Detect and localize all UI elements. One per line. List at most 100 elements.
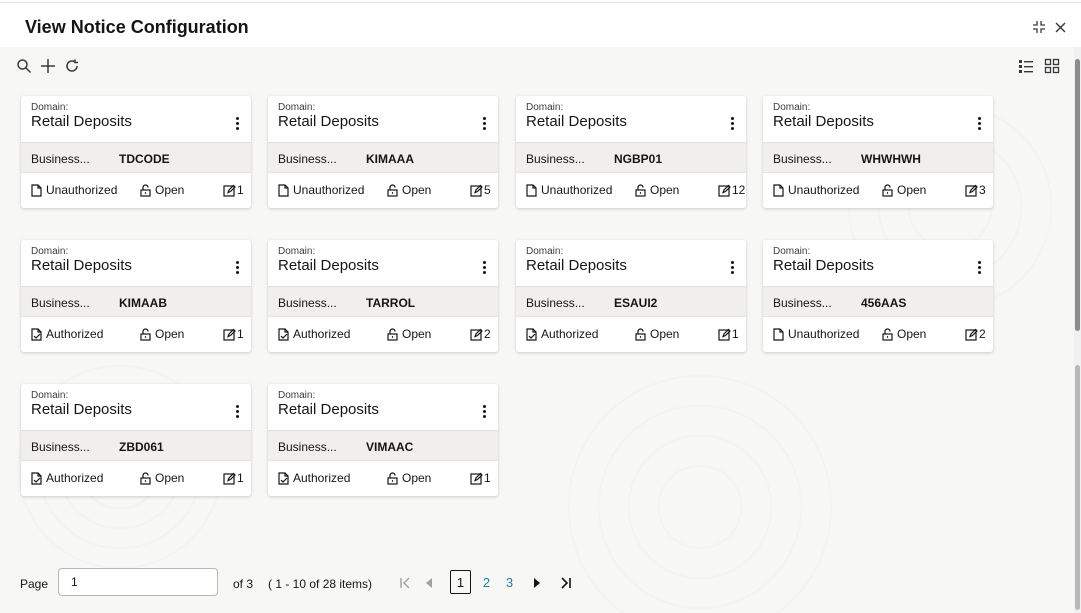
notice-card[interactable]: Domain: Retail Deposits Business... WHWHWH U… — [763, 96, 993, 208]
document-check-icon — [278, 471, 289, 485]
business-label: Business... — [31, 440, 90, 454]
domain-label: Domain: — [31, 390, 69, 401]
business-code: NGBP01 — [614, 152, 663, 166]
auth-status-text: Unauthorized — [788, 183, 860, 197]
business-code: ZBD061 — [119, 440, 164, 454]
edit-icon — [718, 328, 731, 341]
notice-card[interactable]: Domain: Retail Deposits Business... NGBP01 U… — [516, 96, 746, 208]
edit-icon — [223, 184, 236, 197]
page-number-3[interactable]: 3 — [499, 570, 520, 594]
first-page-icon[interactable] — [399, 575, 411, 591]
business-code: WHWHWH — [861, 152, 921, 166]
unlock-icon — [882, 327, 893, 341]
auth-status-text: Unauthorized — [293, 183, 365, 197]
business-row: Business... WHWHWH — [763, 142, 993, 173]
notice-card[interactable]: Domain: Retail Deposits Business... 456AAS U… — [763, 240, 993, 352]
record-status: Open — [882, 327, 926, 341]
auth-status-text: Authorized — [293, 327, 351, 341]
modification-count: 1 — [470, 471, 491, 485]
domain-label: Domain: — [278, 246, 316, 257]
business-code: VIMAAC — [366, 440, 414, 454]
scrollbar-thumb[interactable] — [1075, 59, 1080, 331]
close-icon[interactable] — [1051, 18, 1069, 36]
card-footer: Authorized Open 1 — [21, 317, 251, 352]
notice-card[interactable]: Domain: Retail Deposits Business... ZBD061 A… — [21, 384, 251, 496]
domain-value: Retail Deposits — [773, 257, 874, 274]
business-label: Business... — [526, 296, 585, 310]
business-label: Business... — [31, 152, 90, 166]
modification-count: 2 — [965, 327, 986, 341]
grid-view-icon[interactable] — [1043, 57, 1061, 75]
notice-card[interactable]: Domain: Retail Deposits Business... KIMAAB A… — [21, 240, 251, 352]
more-actions-icon[interactable] — [969, 256, 989, 278]
search-icon[interactable] — [15, 57, 33, 75]
page-number-1[interactable]: 1 — [450, 570, 471, 594]
record-status-text: Open — [897, 327, 927, 341]
document-check-icon — [278, 327, 289, 341]
auth-status-text: Unauthorized — [46, 183, 118, 197]
modification-count: 12 — [718, 183, 745, 197]
auth-status: Unauthorized — [773, 327, 859, 341]
modification-number: 2 — [484, 327, 491, 341]
record-status-text: Open — [402, 183, 432, 197]
card-view-area: Domain: Retail Deposits Business... TDCODE U… — [0, 47, 1074, 613]
more-actions-icon[interactable] — [969, 112, 989, 134]
document-icon — [31, 183, 42, 197]
plus-icon[interactable] — [39, 57, 57, 75]
last-page-icon[interactable] — [560, 575, 572, 591]
domain-value: Retail Deposits — [31, 113, 132, 130]
more-actions-icon[interactable] — [227, 400, 247, 422]
record-status: Open — [140, 183, 184, 197]
domain-value: Retail Deposits — [278, 257, 379, 274]
document-icon — [773, 327, 784, 341]
notice-card[interactable]: Domain: Retail Deposits Business... TDCODE U… — [21, 96, 251, 208]
vertical-scrollbar[interactable] — [1074, 47, 1081, 613]
record-status: Open — [387, 471, 431, 485]
notice-card[interactable]: Domain: Retail Deposits Business... TARROL A… — [268, 240, 498, 352]
unlock-icon — [882, 183, 893, 197]
more-actions-icon[interactable] — [722, 112, 742, 134]
notice-card[interactable]: Domain: Retail Deposits Business... KIMAAA U… — [268, 96, 498, 208]
record-status: Open — [387, 183, 431, 197]
more-actions-icon[interactable] — [474, 400, 494, 422]
notice-card[interactable]: Domain: Retail Deposits Business... VIMAAC A… — [268, 384, 498, 496]
auth-status: Unauthorized — [31, 183, 117, 197]
more-actions-icon[interactable] — [474, 112, 494, 134]
more-actions-icon[interactable] — [227, 256, 247, 278]
auth-status: Authorized — [278, 327, 350, 341]
modification-number: 1 — [732, 327, 739, 341]
modification-number: 12 — [732, 183, 746, 197]
compress-icon[interactable] — [1030, 18, 1048, 36]
auth-status-text: Unauthorized — [541, 183, 613, 197]
more-actions-icon[interactable] — [227, 112, 247, 134]
notice-card[interactable]: Domain: Retail Deposits Business... ESAUI2 A… — [516, 240, 746, 352]
unlock-icon — [387, 327, 398, 341]
record-status-text: Open — [402, 471, 432, 485]
document-check-icon — [526, 327, 537, 341]
business-code: TARROL — [366, 296, 416, 310]
record-status: Open — [635, 183, 679, 197]
auth-status: Unauthorized — [526, 183, 612, 197]
business-row: Business... ESAUI2 — [516, 286, 746, 317]
business-row: Business... ZBD061 — [21, 430, 251, 461]
previous-page-icon[interactable] — [425, 575, 433, 591]
page-number-input[interactable] — [58, 568, 218, 596]
business-row: Business... TARROL — [268, 286, 498, 317]
page-number-2[interactable]: 2 — [476, 570, 497, 594]
business-label: Business... — [278, 440, 337, 454]
more-actions-icon[interactable] — [474, 256, 494, 278]
next-page-icon[interactable] — [533, 575, 541, 591]
list-view-icon[interactable] — [1017, 57, 1035, 75]
modification-count: 2 — [470, 327, 491, 341]
domain-value: Retail Deposits — [278, 401, 379, 418]
modification-count: 1 — [223, 471, 244, 485]
record-status-text: Open — [897, 183, 927, 197]
refresh-icon[interactable] — [63, 57, 81, 75]
card-footer: Unauthorized Open 12 — [516, 173, 746, 208]
domain-label: Domain: — [526, 102, 564, 113]
record-status-text: Open — [155, 183, 185, 197]
more-actions-icon[interactable] — [722, 256, 742, 278]
business-label: Business... — [773, 152, 832, 166]
card-footer: Authorized Open 1 — [21, 461, 251, 496]
business-code: KIMAAA — [366, 152, 414, 166]
